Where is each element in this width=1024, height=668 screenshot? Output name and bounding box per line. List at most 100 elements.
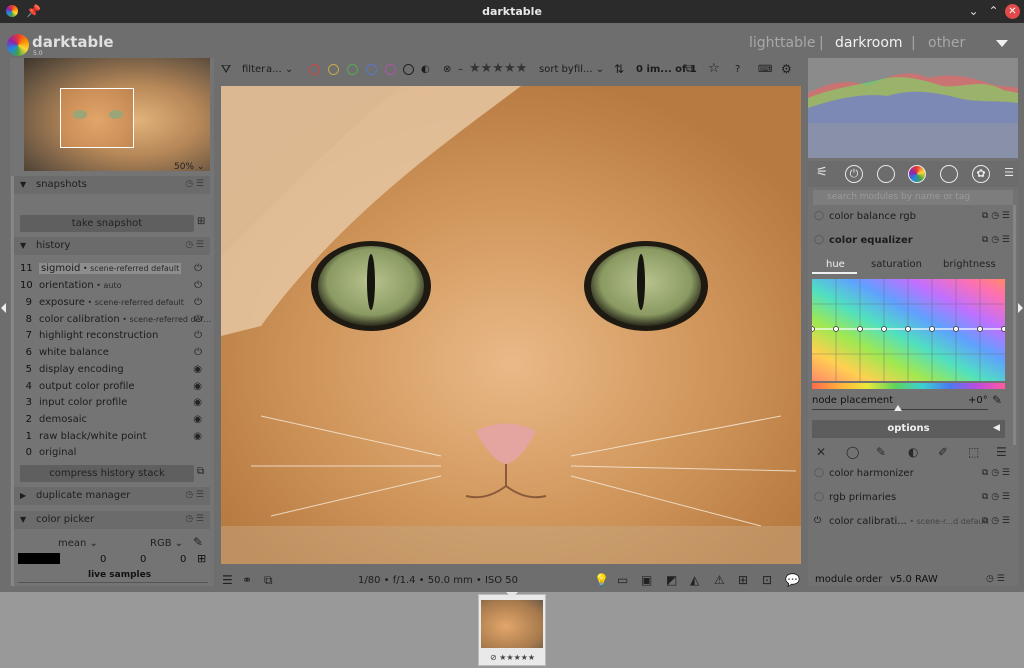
module-color-harmonizer[interactable]: ◯ color harmonizer ⧉ ◷ ☰ <box>808 463 1018 485</box>
mask-drawn-parametric-icon[interactable]: ✐ <box>938 445 948 459</box>
collapse-left-arrow-icon[interactable] <box>1 303 6 313</box>
module-color-calibration[interactable]: ⏻ color calibrati... • scene-r...d defau… <box>808 511 1018 533</box>
section-snapshots[interactable]: ▼ snapshots ◷ ☰ <box>14 176 210 194</box>
gear-icon[interactable]: ⚙ <box>781 62 792 76</box>
tab-saturation[interactable]: saturation <box>871 259 922 270</box>
mask-raster-icon[interactable]: ⬚ <box>968 445 979 459</box>
history-item[interactable]: 4 output color profile ◉ <box>20 381 210 397</box>
history-item[interactable]: 11 sigmoid • scene-referred default ⏻ <box>20 263 210 279</box>
quick-panel-icon[interactable]: ☰ <box>222 573 233 587</box>
minimize-icon[interactable]: ⌄ <box>966 4 981 19</box>
reset-icon[interactable]: ◷ ☰ <box>185 240 204 250</box>
guides-icon[interactable]: ⊞ <box>738 573 748 587</box>
module-actions-icon[interactable]: ⧉ ◷ ☰ <box>982 235 1010 245</box>
collapse-right-arrow-icon[interactable] <box>1018 303 1023 313</box>
navigation-zoom[interactable]: 50% ⌄ <box>174 162 204 172</box>
module-actions-icon[interactable]: ⧉ ◷ ☰ <box>982 492 1010 502</box>
power-icon[interactable]: ◯ <box>814 235 824 245</box>
thumbnail-image[interactable] <box>481 600 543 648</box>
green-label-icon[interactable] <box>347 64 358 75</box>
history-item[interactable]: 1 raw black/white point ◉ <box>20 431 210 447</box>
tab-hue[interactable]: hue <box>826 259 845 270</box>
reset-icon[interactable]: ◷ ☰ <box>185 179 204 189</box>
help-icon[interactable]: ? <box>735 64 740 75</box>
picker-mode-select[interactable]: mean ⌄ <box>58 538 98 549</box>
thumbnail-rating[interactable]: ⊘ ★★★★★ <box>490 653 535 662</box>
blue-label-icon[interactable] <box>366 64 377 75</box>
color-assessment-icon[interactable]: ▣ <box>641 573 652 587</box>
history-item[interactable]: 7 highlight reconstruction ⏻ <box>20 330 210 346</box>
history-item[interactable]: 9 exposure • scene-referred default ⏻ <box>20 297 210 313</box>
view-lighttable[interactable]: lighttable <box>749 35 816 51</box>
module-actions-icon[interactable]: ⧉ ◷ ☰ <box>982 468 1010 478</box>
gamut-check-icon[interactable]: ◭ <box>690 573 699 587</box>
second-window-icon[interactable]: ⧉ <box>264 573 273 588</box>
history-item[interactable]: 10 orientation • auto ⏻ <box>20 280 210 296</box>
mask-parametric-icon[interactable]: ◐ <box>908 445 918 459</box>
eyedropper-icon[interactable]: ✎ <box>992 393 1002 407</box>
blend-menu-icon[interactable]: ☰ <box>996 445 1007 459</box>
gray-label-icon[interactable] <box>403 64 414 75</box>
history-item[interactable]: 0 original <box>20 447 210 463</box>
close-icon[interactable]: ✕ <box>1005 4 1020 19</box>
add-sample-icon[interactable]: ⊞ <box>197 552 206 565</box>
power-icon[interactable]: ◯ <box>814 211 824 221</box>
take-snapshot-button[interactable]: take snapshot <box>20 215 194 232</box>
histogram[interactable] <box>808 58 1018 158</box>
reject-icon[interactable]: ⊗ <box>443 64 451 75</box>
collapse-bottom-arrow-icon[interactable] <box>506 592 518 598</box>
view-other[interactable]: other <box>928 35 965 51</box>
correct-group-icon[interactable] <box>940 165 958 183</box>
eyedropper-icon[interactable]: ✎ <box>193 535 203 549</box>
keyboard-icon[interactable]: ⌨ <box>758 64 772 75</box>
range-icon[interactable]: – <box>458 64 463 75</box>
right-scrollbar[interactable] <box>1013 205 1016 445</box>
color-group-icon[interactable] <box>908 165 926 183</box>
bulb-icon[interactable]: 💡 <box>594 573 609 587</box>
picker-space-select[interactable]: RGB ⌄ <box>150 538 183 549</box>
copy-history-icon[interactable]: ⧉ <box>197 466 204 477</box>
module-actions-icon[interactable]: ⧉ ◷ ☰ <box>982 516 1010 526</box>
section-history[interactable]: ▼ history ◷ ☰ <box>14 237 210 255</box>
base-group-icon[interactable] <box>877 165 895 183</box>
quick-access-icon[interactable]: ⚟ <box>813 165 831 183</box>
navigation-preview[interactable] <box>24 58 210 171</box>
filter-funnel-icon[interactable]: ⛛ <box>221 62 231 77</box>
navigation-viewport[interactable] <box>60 88 134 148</box>
section-duplicate-manager[interactable]: ▶ duplicate manager ◷ ☰ <box>14 487 210 505</box>
sort-order-icon[interactable]: ⇅ <box>614 62 624 76</box>
module-color-balance-rgb[interactable]: ◯ color balance rgb ⧉ ◷ ☰ <box>808 206 1018 228</box>
mask-drawn-icon[interactable]: ✎ <box>876 445 886 459</box>
history-item[interactable]: 8 color calibration • scene-referred def… <box>20 314 212 330</box>
presets-menu-icon[interactable]: ☰ <box>1000 165 1018 183</box>
rating-stars-filter[interactable]: ★★★★★ <box>469 61 527 76</box>
tab-brightness[interactable]: brightness <box>943 259 996 270</box>
overexposure-icon[interactable]: ⚠ <box>714 573 725 587</box>
history-item[interactable]: 2 demosaic ◉ <box>20 414 210 430</box>
options-expand-icon[interactable]: ◀ <box>993 423 1000 433</box>
power-icon[interactable]: ◯ <box>814 468 824 478</box>
history-item[interactable]: 6 white balance ⏻ <box>20 347 210 363</box>
reset-icon[interactable]: ◷ ☰ <box>185 490 204 500</box>
purple-label-icon[interactable] <box>385 64 396 75</box>
raw-overexposure-icon[interactable]: ⊡ <box>762 573 772 587</box>
mask-off-icon[interactable]: ✕ <box>816 445 826 459</box>
hue-curve-graph[interactable] <box>812 279 1005 381</box>
history-item[interactable]: 5 display encoding ◉ <box>20 364 210 380</box>
power-on-icon[interactable]: ⏻ <box>814 516 821 526</box>
main-image-canvas[interactable] <box>221 86 801 564</box>
section-color-picker[interactable]: ▼ color picker ◷ ☰ <box>14 511 210 529</box>
star-icon[interactable]: ☆ <box>708 61 720 76</box>
reset-icon[interactable]: ◷ ☰ <box>185 514 204 524</box>
mask-uniform-icon[interactable]: ◯ <box>846 445 859 459</box>
options-button[interactable]: options <box>812 420 1005 438</box>
sort-dropdown[interactable]: fil... ⌄ <box>574 64 604 75</box>
styles-icon[interactable]: ⚭ <box>242 573 252 587</box>
view-darkroom[interactable]: darkroom <box>835 35 903 51</box>
module-actions-icon[interactable]: ⧉ ◷ ☰ <box>982 211 1010 221</box>
slider-thumb[interactable] <box>894 405 902 411</box>
power-icon[interactable]: ◯ <box>814 492 824 502</box>
compress-history-button[interactable]: compress history stack <box>20 465 194 482</box>
red-label-icon[interactable] <box>309 64 320 75</box>
module-color-equalizer[interactable]: ◯ color equalizer ⧉ ◷ ☰ <box>808 230 1018 252</box>
